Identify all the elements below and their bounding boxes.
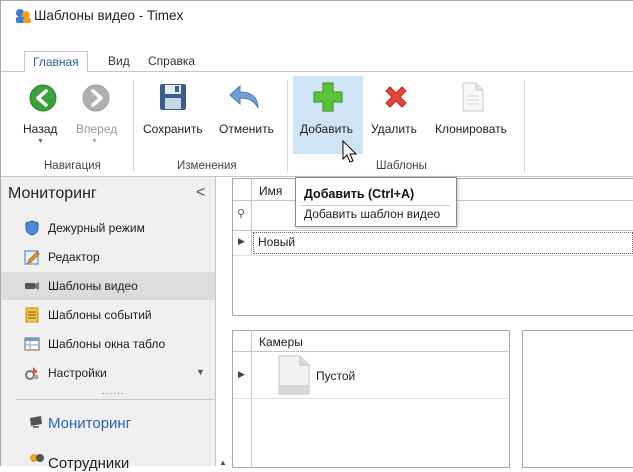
shield-icon [25, 220, 39, 236]
back-dropdown-icon[interactable]: ▼ [37, 138, 44, 145]
splitter-grip[interactable]: ...... [102, 386, 125, 397]
grid-indicator-column [251, 178, 252, 255]
sidebar-item-label: Шаблоны событий [48, 308, 152, 322]
delete-x-icon[interactable] [382, 83, 410, 111]
template-name-cell: Новый [258, 235, 296, 249]
grid-filter-line [233, 230, 633, 231]
nav-divider [16, 399, 214, 400]
tooltip-description: Добавить шаблон видео [304, 207, 441, 221]
delete-button[interactable]: Удалить [371, 122, 417, 136]
add-button[interactable]: Добавить [300, 122, 353, 136]
clone-button[interactable]: Клонировать [435, 122, 507, 136]
app-icon [16, 9, 31, 23]
edit-icon [24, 250, 40, 265]
nav-section-monitoring[interactable]: Мониторинг [48, 415, 131, 432]
plus-icon[interactable] [313, 82, 343, 112]
row-pointer-icon: ▶ [238, 369, 245, 379]
cancel-button[interactable]: Отменить [219, 122, 274, 136]
save-button[interactable]: Сохранить [143, 122, 203, 136]
settings-expand-icon[interactable]: ▼ [196, 367, 205, 377]
tab-view[interactable]: Вид [100, 51, 138, 71]
nav-header: Мониторинг [8, 185, 97, 202]
row-pointer-icon: ▶ [238, 236, 245, 246]
people-icon [30, 454, 44, 462]
forward-button: Вперед [76, 122, 118, 136]
window-title: Шаблоны видео - Timex [34, 8, 184, 23]
column-header-cameras[interactable]: Камеры [259, 335, 303, 349]
group-separator [133, 80, 134, 172]
back-button[interactable]: Назад [23, 122, 57, 136]
tooltip-title: Добавить (Ctrl+A) [304, 187, 415, 201]
forward-icon [82, 84, 110, 112]
group-label-templates: Шаблоны [376, 160, 427, 172]
tab-help[interactable]: Справка [140, 51, 203, 71]
sidebar-item-label: Шаблоны окна табло [48, 337, 166, 351]
camera-name-cell: Пустой [316, 369, 356, 383]
monitor-icon [30, 416, 42, 428]
nav-section-staff[interactable]: Сотрудники [48, 455, 129, 472]
events-icon [25, 307, 39, 323]
save-icon[interactable] [159, 83, 187, 111]
tooltip-divider [300, 205, 450, 206]
back-icon[interactable] [29, 84, 57, 112]
ribbon-tab-strip [0, 49, 633, 72]
group-label-navigation: Навигация [44, 160, 101, 172]
forward-dropdown-icon: ▼ [91, 138, 98, 145]
mouse-cursor-icon [342, 140, 358, 163]
document-copy-icon [462, 82, 484, 112]
group-label-changes: Изменения [177, 160, 237, 172]
collapse-pane-button[interactable]: < [196, 184, 205, 202]
sidebar-item-label: Редактор [48, 250, 100, 264]
tab-home[interactable]: Главная [24, 51, 88, 73]
group-separator [524, 80, 525, 172]
settings-icon [25, 367, 39, 380]
empty-camera-thumbnail-icon [278, 355, 310, 395]
filter-row-pin-icon: ⚲ [237, 208, 246, 220]
column-header-name[interactable]: Имя [259, 184, 282, 198]
sidebar-item-label: Дежурный режим [48, 221, 145, 235]
sidebar-item-label: Настройки [48, 366, 107, 380]
group-separator [287, 80, 288, 172]
table-row[interactable] [253, 232, 633, 254]
board-icon [24, 337, 40, 351]
grid-row-line [233, 255, 633, 256]
camera-icon [25, 282, 39, 290]
grid-row-line [233, 398, 508, 399]
sidebar-item-label: Шаблоны видео [48, 279, 138, 293]
undo-icon[interactable] [228, 84, 262, 110]
preview-panel [522, 330, 633, 468]
